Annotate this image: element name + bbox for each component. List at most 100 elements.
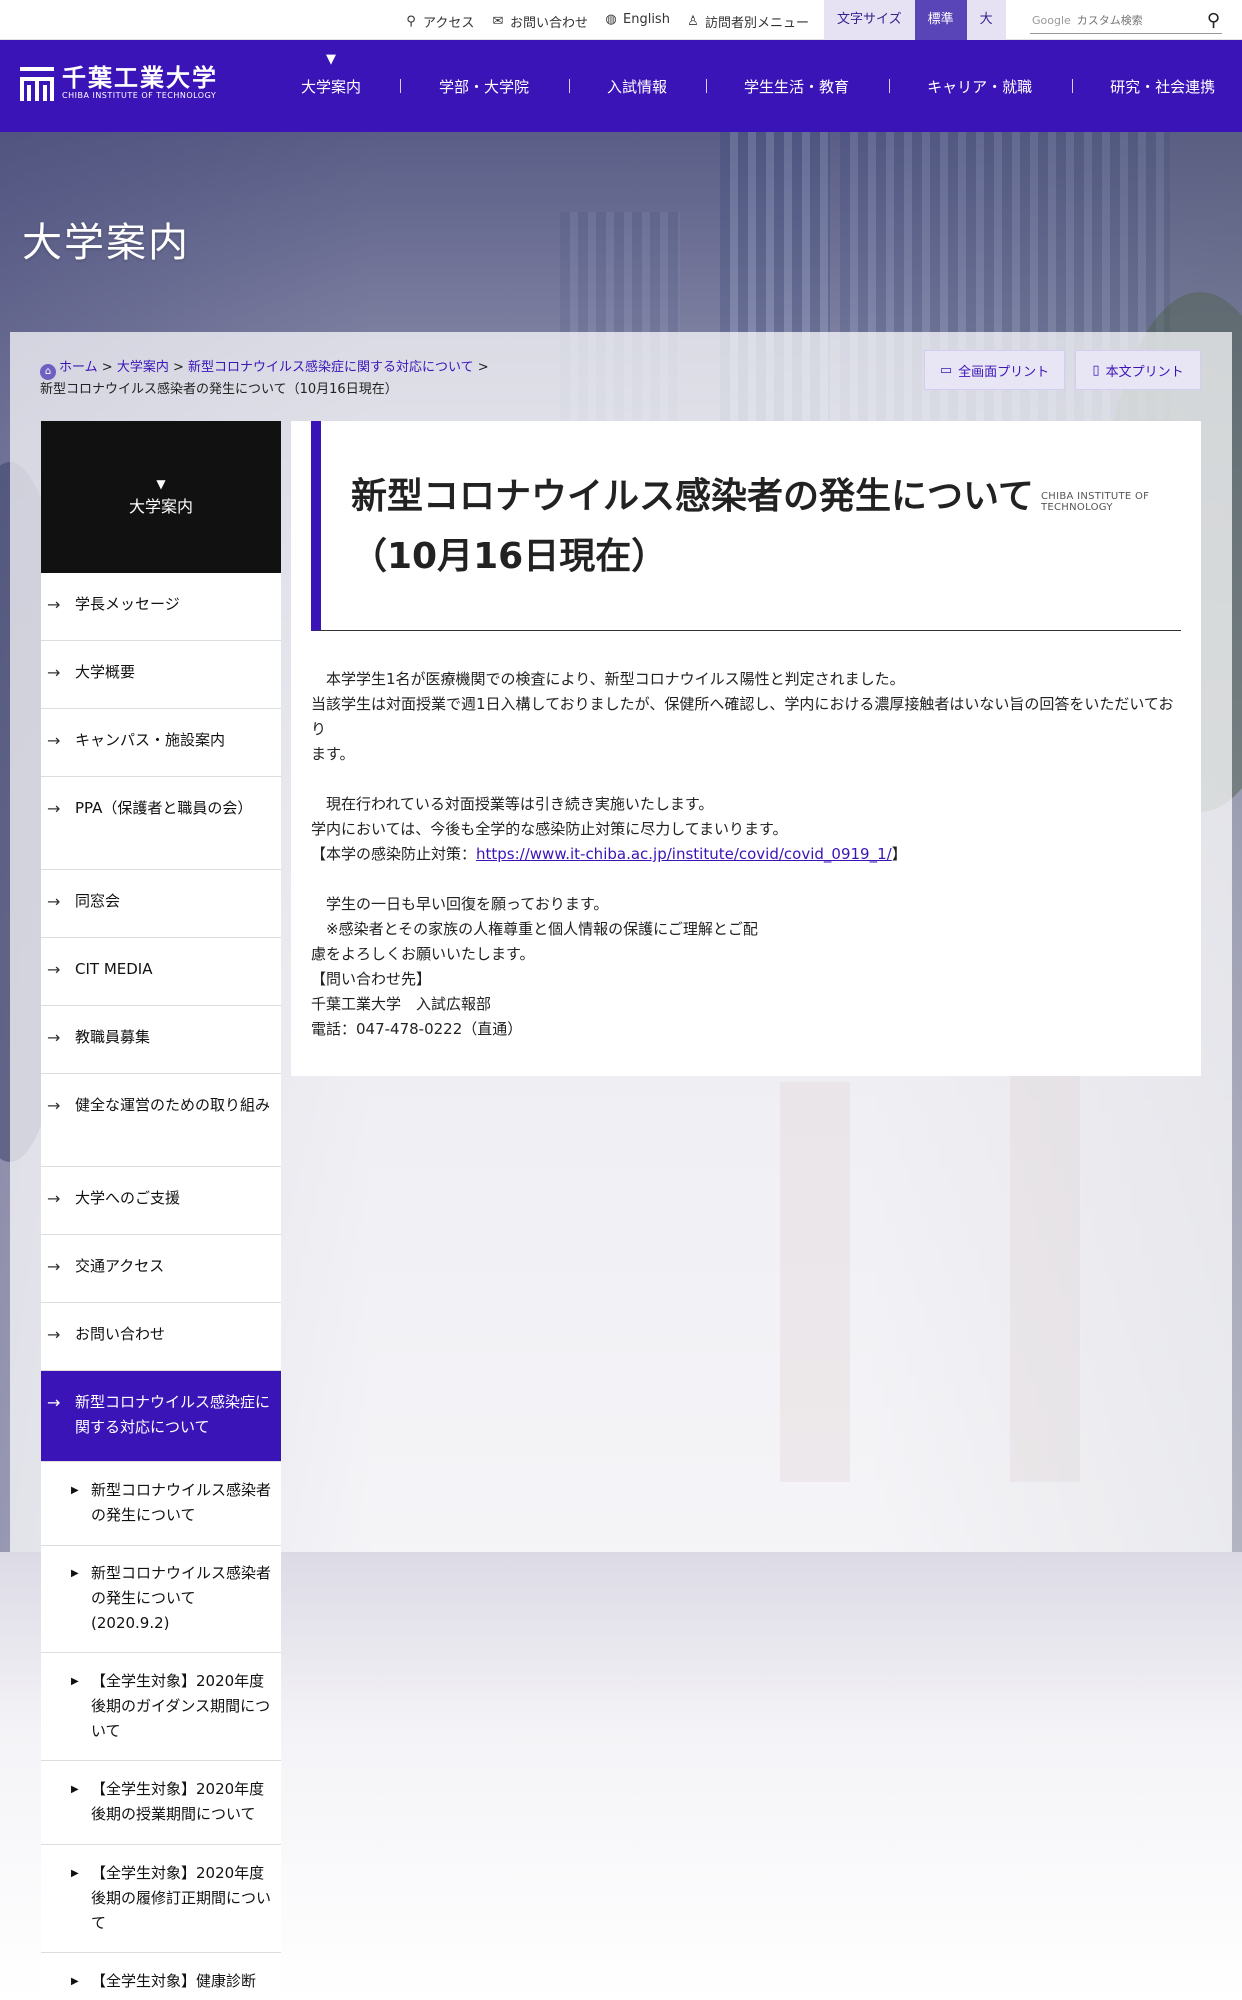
sidebar-item-label: PPA（保護者と職員の会） — [75, 799, 253, 817]
sidebar-item-label: 新型コロナウイルス感染症に関する対応について — [75, 1393, 271, 1436]
section-title: 大学案内 — [22, 220, 190, 266]
sidebar-item-support[interactable]: → 大学へのご支援 — [41, 1167, 281, 1235]
sidebar-subitem[interactable]: ▶ 新型コロナウイルス感染者の発生について — [41, 1462, 281, 1546]
sidebar-item-label: お問い合わせ — [75, 1325, 166, 1343]
logo-mark-icon — [20, 65, 54, 101]
sidebar-nav: ▼ 大学案内 → 学長メッセージ → 大学概要 → キャンパス・施設案内 → PPA（保… — [41, 421, 281, 1993]
article-title-en: CHIBA INSTITUTE OF TECHNOLOGY — [1041, 491, 1150, 513]
search-icon[interactable]: ⚲ — [1207, 10, 1220, 31]
nav-divider — [1072, 79, 1074, 93]
sidebar-item-contact[interactable]: → お問い合わせ — [41, 1303, 281, 1371]
body-text: ※感染者とその家族の人権尊重と個人情報の保護にご理解とご配 — [326, 920, 758, 938]
full-print-button[interactable]: ▭ 全画面プリント — [924, 350, 1065, 390]
breadcrumb-current: 新型コロナウイルス感染者の発生について（10月16日現在） — [40, 382, 398, 397]
nav-item-research[interactable]: 研究・社会連携 — [1110, 76, 1215, 97]
nav-label: 入試情報 — [607, 77, 668, 96]
nav-label: 学生生活・教育 — [744, 77, 850, 96]
home-icon: ⌂ — [40, 364, 56, 380]
site-logo[interactable]: 千葉工業大学 CHIBA INSTITUTE OF TECHNOLOGY — [20, 65, 218, 101]
arrow-right-icon: → — [47, 892, 61, 911]
arrow-right-icon: → — [47, 1393, 61, 1412]
triangle-right-icon: ▶ — [71, 1784, 79, 1795]
sidebar-subitem-label: 【全学生対象】2020年度後期の授業期間について — [91, 1780, 265, 1823]
search-input[interactable] — [1076, 14, 1222, 27]
font-size-switcher: 文字サイズ 標準 大 — [824, 0, 1006, 40]
sidebar-item-recruitment[interactable]: → 教職員募集 — [41, 1006, 281, 1074]
font-size-large-button[interactable]: 大 — [966, 0, 1006, 40]
body-text: 学生の一日も早い回復を願っております。 — [326, 895, 609, 913]
sidebar-item-campus[interactable]: → キャンパス・施設案内 — [41, 709, 281, 777]
sidebar-item-overview[interactable]: → 大学概要 — [41, 641, 281, 709]
covid-measures-link[interactable]: https://www.it-chiba.ac.jp/institute/cov… — [476, 845, 892, 863]
sidebar-item-label: CIT MEDIA — [75, 960, 153, 978]
english-label: English — [623, 12, 670, 27]
arrow-right-icon: → — [47, 663, 61, 682]
breadcrumb-covid[interactable]: 新型コロナウイルス感染症に関する対応について — [188, 360, 474, 375]
sidebar-item-label: 健全な運営のための取り組み — [75, 1096, 271, 1114]
body-text: 【本学の感染防止対策： — [311, 845, 477, 863]
body-text: 現在行われている対面授業等は引き続き実施いたします。 — [326, 795, 714, 813]
arrow-right-icon: → — [47, 1189, 61, 1208]
sidebar-item-president-message[interactable]: → 学長メッセージ — [41, 573, 281, 641]
article-title-box: 新型コロナウイルス感染者の発生について（10月16日現在） CHIBA INST… — [311, 421, 1181, 631]
breadcrumb-separator: > — [172, 360, 184, 375]
sidebar-item-label: 同窓会 — [75, 892, 121, 910]
sidebar-subitem[interactable]: ▶ 【全学生対象】2020年度後期の履修訂正期間について — [41, 1845, 281, 1953]
current-section-marker-icon: ▼ — [326, 51, 336, 67]
sidebar-item-access[interactable]: → 交通アクセス — [41, 1235, 281, 1303]
arrow-right-icon: → — [47, 1257, 61, 1276]
access-link[interactable]: ⚲ アクセス — [404, 12, 474, 31]
arrow-right-icon: → — [47, 1325, 61, 1344]
site-search: Google ⚲ — [1030, 8, 1222, 34]
sidebar-item-ppa[interactable]: → PPA（保護者と職員の会） — [41, 777, 281, 870]
breadcrumb-separator: > — [477, 360, 489, 375]
triangle-right-icon: ▶ — [71, 1868, 79, 1879]
sidebar-item-governance[interactable]: → 健全な運営のための取り組み — [41, 1074, 281, 1167]
arrow-right-icon: → — [47, 960, 61, 979]
nav-item-admissions[interactable]: 入試情報 — [607, 76, 667, 97]
visitor-menu-link[interactable]: ♙ 訪問者別メニュー — [686, 12, 809, 31]
search-brand: Google — [1032, 14, 1071, 27]
map-pin-icon: ⚲ — [406, 13, 416, 29]
english-link[interactable]: ◍ English — [604, 12, 670, 27]
sidebar-heading: ▼ 大学案内 — [41, 421, 281, 573]
sidebar-item-label: 大学へのご支援 — [75, 1189, 181, 1207]
sidebar-subitem[interactable]: ▶ 新型コロナウイルス感染者の発生について(2020.9.2) — [41, 1546, 281, 1653]
breadcrumb-home[interactable]: ホーム — [59, 360, 98, 375]
global-header: 千葉工業大学 CHIBA INSTITUTE OF TECHNOLOGY ▼ 大… — [0, 40, 1242, 132]
nav-item-faculties[interactable]: 学部・大学院 — [439, 76, 529, 97]
nav-item-student-life[interactable]: 学生生活・教育 — [744, 76, 849, 97]
sidebar-subitem-label: 【全学生対象】2020年度後期のガイダンス期間について — [91, 1672, 271, 1740]
font-size-label: 文字サイズ — [824, 0, 915, 40]
full-print-label: 全画面プリント — [958, 364, 1050, 380]
triangle-right-icon: ▶ — [71, 1976, 79, 1987]
sidebar-subitem-label: 新型コロナウイルス感染者の発生について(2020.9.2) — [91, 1564, 272, 1632]
person-icon: ♙ — [687, 13, 699, 29]
body-text: 本学学生1名が医療機関での検査により、新型コロナウイルス陽性と判定されました。 — [326, 670, 905, 688]
caret-down-icon: ▼ — [156, 477, 166, 491]
mail-icon: ✉ — [492, 13, 504, 29]
breadcrumb-about[interactable]: 大学案内 — [117, 360, 169, 375]
sidebar-item-covid[interactable]: → 新型コロナウイルス感染症に関する対応について — [41, 1371, 281, 1462]
global-nav: ▼ 大学案内 学部・大学院 入試情報 学生生活・教育 キャリア・就職 研究・社会… — [280, 40, 1242, 132]
body-text: ます。 — [311, 745, 355, 763]
globe-icon: ◍ — [605, 11, 617, 27]
sidebar-subitem[interactable]: ▶ 【全学生対象】2020年度後期の授業期間について — [41, 1761, 281, 1845]
nav-item-about[interactable]: ▼ 大学案内 — [301, 52, 361, 97]
nav-divider — [706, 79, 708, 93]
nav-divider — [569, 79, 571, 93]
body-text: 】 — [891, 845, 907, 863]
sidebar-item-label: 学長メッセージ — [75, 595, 180, 613]
sidebar-item-alumni[interactable]: → 同窓会 — [41, 870, 281, 938]
sidebar-subitem[interactable]: ▶ 【全学生対象】2020年度後期のガイダンス期間について — [41, 1653, 281, 1761]
body-print-button[interactable]: ▯ 本文プリント — [1075, 350, 1201, 390]
sidebar-subitem-label: 新型コロナウイルス感染者の発生について — [91, 1481, 272, 1524]
contact-link[interactable]: ✉ お問い合わせ — [491, 12, 588, 31]
arrow-right-icon: → — [47, 731, 61, 750]
nav-item-career[interactable]: キャリア・就職 — [927, 76, 1032, 97]
article-body: 本学学生1名が医療機関での検査により、新型コロナウイルス陽性と判定されました。 … — [311, 667, 1181, 1042]
font-size-standard-button[interactable]: 標準 — [914, 0, 967, 40]
sidebar-item-label: 教職員募集 — [75, 1028, 151, 1046]
sidebar-subitem[interactable]: ▶ 【全学生対象】健康診断 — [41, 1953, 281, 1993]
sidebar-item-cit-media[interactable]: → CIT MEDIA — [41, 938, 281, 1006]
